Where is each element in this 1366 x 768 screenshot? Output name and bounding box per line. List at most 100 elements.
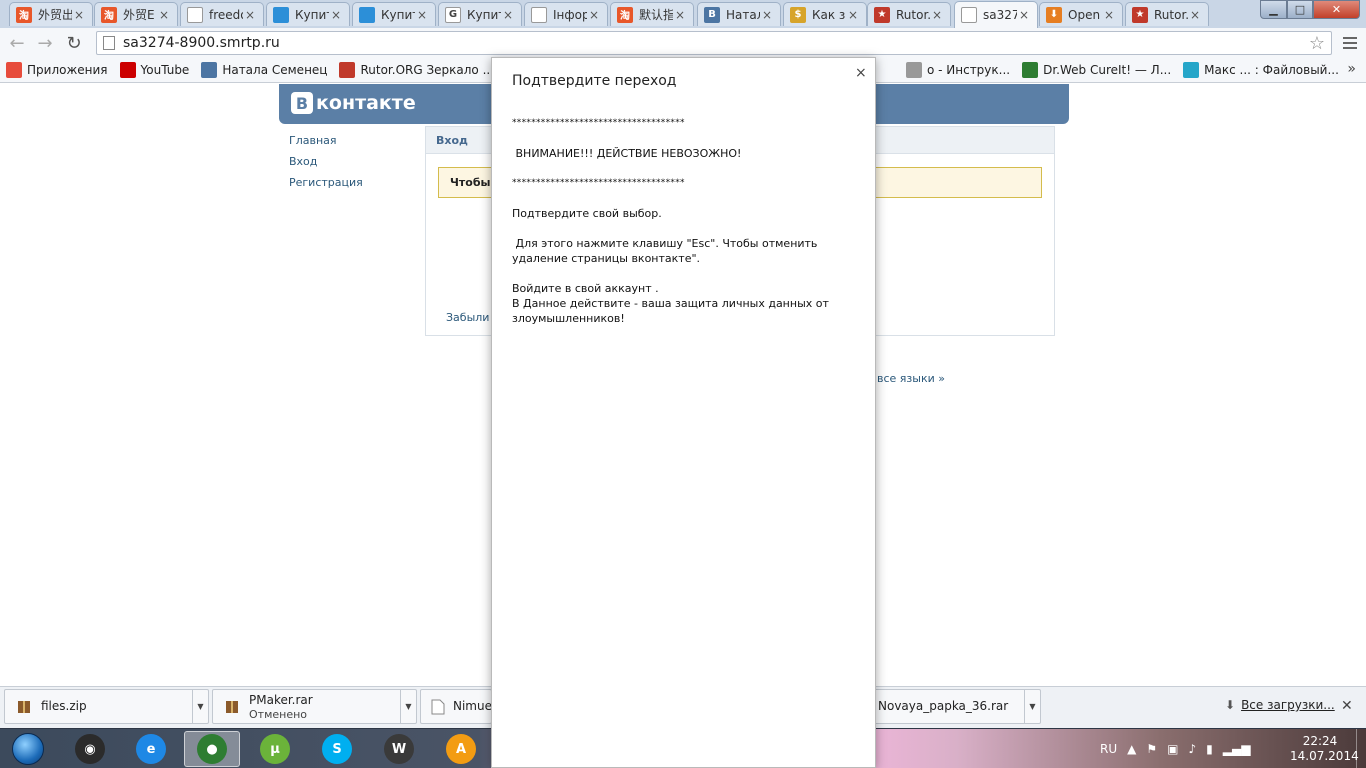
action-center-icon[interactable]: ▣: [1167, 742, 1178, 756]
tray-expand-icon[interactable]: ▲: [1127, 742, 1136, 756]
close-icon[interactable]: ×: [415, 8, 429, 22]
download-name: files.zip: [41, 699, 87, 713]
chevron-down-icon[interactable]: ▼: [1024, 690, 1040, 723]
close-icon[interactable]: ×: [243, 8, 257, 22]
bookmark-3[interactable]: Натала Семенец: [201, 62, 327, 78]
signal-icon[interactable]: ▂▄▆: [1223, 742, 1251, 756]
all-downloads-label: Все загрузки...: [1241, 698, 1335, 712]
close-icon[interactable]: ×: [673, 8, 687, 22]
tab-3[interactable]: freedo×: [180, 2, 264, 26]
bookmark-8[interactable]: Макс ... : Файловый...: [1183, 62, 1339, 78]
close-icon[interactable]: ×: [855, 65, 867, 81]
tab-1[interactable]: 淘外贸出 ×: [9, 2, 93, 26]
more-bookmarks-icon[interactable]: »: [1347, 61, 1356, 77]
utorrent-app[interactable]: µ: [247, 731, 303, 767]
close-icon[interactable]: ×: [157, 8, 171, 22]
back-arrow-icon[interactable]: ←: [6, 32, 28, 54]
tab-8[interactable]: 淘默认指 ×: [610, 2, 694, 26]
tab-14[interactable]: ★ Rutor. ×: [1125, 2, 1209, 26]
close-icon[interactable]: ×: [1102, 8, 1116, 22]
confirm-dialog: Подтвердите переход × ******************…: [491, 57, 876, 768]
show-desktop-button[interactable]: [1356, 729, 1366, 768]
bookmark-label: Натала Семенец: [222, 63, 328, 77]
tab-7[interactable]: Інфор ×: [524, 2, 608, 26]
download-item[interactable]: PMaker.rar Отменено ▼: [212, 689, 417, 724]
close-icon[interactable]: ×: [1188, 8, 1202, 22]
worldoftanks-app[interactable]: W: [371, 731, 427, 767]
bookmark-7[interactable]: Dr.Web CureIt! — Л...: [1022, 62, 1171, 78]
bookmark-6[interactable]: о - Инструк...: [905, 62, 1010, 78]
ie-app-icon: e: [136, 734, 166, 764]
vk-logo-letter: В: [291, 92, 313, 114]
bookmark-4[interactable]: Rutor.ORG Зеркало ...: [339, 62, 494, 78]
start-button[interactable]: [4, 731, 52, 767]
chrome-menu-icon[interactable]: [1340, 32, 1360, 54]
tab-title: 外贸E: [123, 8, 155, 22]
close-icon[interactable]: ×: [72, 8, 86, 22]
tab-title: Натал: [726, 7, 760, 22]
bookmark-label: Приложения: [27, 63, 108, 77]
tab-6[interactable]: G Купит×: [438, 2, 522, 26]
bookmark-star-icon[interactable]: ☆: [1309, 33, 1325, 54]
bookmark-1[interactable]: Приложения: [6, 62, 108, 78]
minimize-icon[interactable]: ▁: [1260, 0, 1287, 19]
language-indicator[interactable]: RU: [1100, 742, 1117, 756]
stars-divider: ************************************: [512, 178, 685, 188]
tab-title: sa3274: [983, 8, 1017, 22]
tab-11[interactable]: ★ Rutor. ×: [867, 2, 951, 26]
page-icon: [531, 6, 547, 23]
nav-home[interactable]: Главная: [289, 134, 363, 155]
close-icon[interactable]: ×: [501, 8, 515, 22]
chrome-app[interactable]: ●: [184, 731, 240, 767]
chevron-down-icon[interactable]: ▼: [192, 690, 208, 723]
download-item[interactable]: Nimue: [420, 689, 492, 724]
tab-5[interactable]: Купит×: [352, 2, 436, 26]
reload-icon[interactable]: ↻: [63, 32, 85, 54]
download-item[interactable]: files.zip ▼: [4, 689, 209, 724]
close-icon[interactable]: ×: [846, 8, 860, 22]
maximize-icon[interactable]: □: [1287, 0, 1313, 19]
close-icon[interactable]: ×: [930, 8, 944, 22]
all-downloads-link[interactable]: ⬇ Все загрузки...: [1225, 698, 1335, 712]
battery-icon[interactable]: ▮: [1206, 742, 1213, 756]
close-window-icon[interactable]: ✕: [1313, 0, 1360, 19]
close-icon[interactable]: ✕: [1341, 698, 1353, 714]
camera-app[interactable]: ◉: [62, 731, 118, 767]
tab-title: 默认指: [639, 8, 673, 22]
tab-12[interactable]: sa3274×: [954, 1, 1038, 28]
close-icon[interactable]: ×: [760, 8, 774, 22]
close-icon[interactable]: ×: [1017, 8, 1031, 22]
clock-date: 14.07.2014: [1290, 749, 1359, 763]
bookmark-2[interactable]: YouTube: [119, 62, 189, 78]
download-item[interactable]: Novaya_papka_36.rar ▼: [868, 689, 1041, 724]
skype-app[interactable]: S: [309, 731, 365, 767]
nav-register[interactable]: Регистрация: [289, 176, 363, 197]
tab-title: Rutor.: [896, 7, 930, 22]
nav-login[interactable]: Вход: [289, 155, 363, 176]
dialog-body: ************************************ ВНИ…: [512, 116, 862, 326]
chevron-down-icon[interactable]: ▼: [400, 690, 416, 723]
volume-icon[interactable]: ♪: [1188, 742, 1196, 756]
rutor-icon: ★: [874, 6, 890, 23]
tab-4[interactable]: Купит×: [266, 2, 350, 26]
ie-app[interactable]: e: [123, 731, 179, 767]
network-icon[interactable]: ⚑: [1146, 742, 1157, 756]
tab-13[interactable]: ⬇ Open ×: [1039, 2, 1123, 26]
all-languages-link[interactable]: все языки »: [877, 372, 945, 385]
tab-9[interactable]: B Натал×: [697, 2, 781, 26]
avast-app[interactable]: A: [433, 731, 489, 767]
system-tray: RU ▲ ⚑ ▣ ♪ ▮ ▂▄▆: [1100, 729, 1250, 768]
clock[interactable]: 22:24 14.07.2014: [1290, 734, 1359, 764]
forward-arrow-icon[interactable]: →: [34, 32, 56, 54]
avast-app-icon: A: [446, 734, 476, 764]
tab-title: Інфор: [553, 7, 587, 22]
page-icon: [961, 7, 977, 23]
money-icon: $: [790, 6, 806, 23]
tab-2[interactable]: 淘外贸E ×: [94, 2, 178, 26]
dialog-title: Подтвердите переход: [512, 73, 677, 89]
vk-logo[interactable]: В контакте: [291, 92, 416, 114]
address-bar[interactable]: sa3274-8900.smrtp.ru ☆: [96, 31, 1332, 55]
tab-10[interactable]: $ Как за×: [783, 2, 867, 26]
close-icon[interactable]: ×: [329, 8, 343, 22]
close-icon[interactable]: ×: [587, 8, 601, 22]
